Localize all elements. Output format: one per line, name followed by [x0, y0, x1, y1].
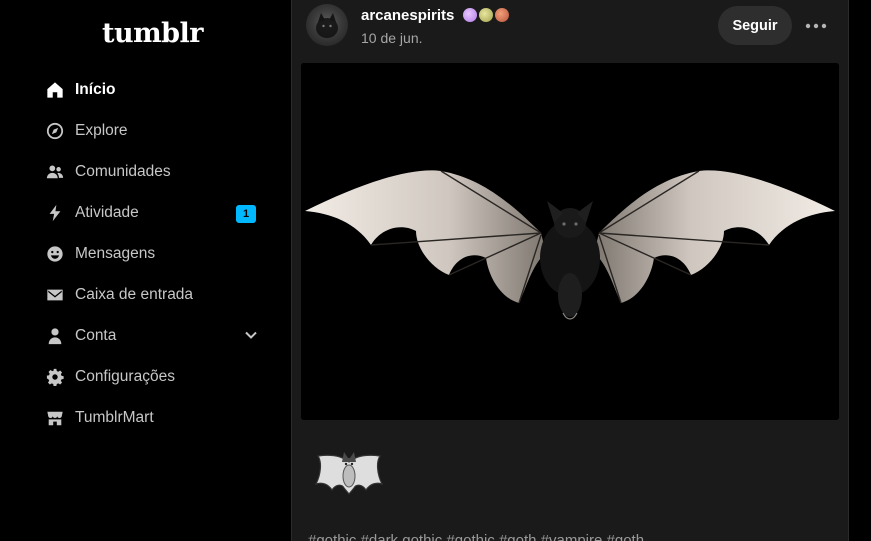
sidebar-item-label: Conta: [75, 326, 117, 344]
smiley-icon: [46, 245, 64, 263]
badge-icon: [463, 8, 477, 22]
sidebar-item-conta[interactable]: Conta: [36, 315, 272, 356]
sidebar-item-label: Explore: [75, 121, 128, 139]
sidebar-item-tumblrmart[interactable]: TumblrMart: [36, 397, 272, 438]
tumblr-logo[interactable]: tumblr: [102, 18, 204, 49]
bat-sticker-image[interactable]: [314, 444, 384, 502]
post-date: 10 de jun.: [361, 30, 423, 46]
envelope-icon: [46, 286, 64, 304]
activity-count-badge: 1: [236, 205, 256, 223]
post-username[interactable]: arcanespirits: [361, 7, 454, 24]
sidebar-item-configuracoes[interactable]: Configurações: [36, 356, 272, 397]
follow-button[interactable]: Seguir: [718, 6, 792, 45]
sidebar-item-explore[interactable]: Explore: [36, 110, 272, 151]
lightning-icon: [46, 204, 64, 222]
person-icon: [46, 327, 64, 345]
sidebar: tumblr Início Explore Comunidades Ativid…: [0, 0, 291, 541]
shop-icon: [46, 409, 64, 427]
sidebar-item-inicio[interactable]: Início: [36, 69, 272, 110]
sidebar-item-label: Atividade: [75, 203, 139, 221]
chevron-down-icon[interactable]: [244, 328, 258, 342]
sidebar-item-label: Comunidades: [75, 162, 171, 180]
sidebar-item-mensagens[interactable]: Mensagens: [36, 233, 272, 274]
sidebar-item-label: Início: [75, 80, 116, 98]
right-margin: [848, 0, 871, 541]
sidebar-item-label: TumblrMart: [75, 408, 154, 426]
sidebar-item-atividade[interactable]: Atividade 1: [36, 192, 272, 233]
sidebar-nav: Início Explore Comunidades Atividade 1 M…: [36, 69, 272, 438]
tumblr-app: tumblr Início Explore Comunidades Ativid…: [0, 0, 871, 541]
gear-icon: [46, 368, 64, 386]
sidebar-item-label: Configurações: [75, 367, 175, 385]
user-badges: [463, 8, 509, 22]
sidebar-item-label: Caixa de entrada: [75, 285, 194, 303]
sidebar-item-comunidades[interactable]: Comunidades: [36, 151, 272, 192]
sidebar-item-caixa-de-entrada[interactable]: Caixa de entrada: [36, 274, 272, 315]
home-icon: [46, 81, 64, 99]
community-icon: [46, 163, 64, 181]
avatar[interactable]: [306, 4, 348, 46]
more-options-icon[interactable]: [802, 14, 830, 38]
post-card: arcanespirits 10 de jun. Seguir #gothic …: [292, 0, 848, 541]
compass-icon: [46, 122, 64, 140]
badge-icon: [479, 8, 493, 22]
sidebar-item-label: Mensagens: [75, 244, 156, 262]
badge-icon: [495, 8, 509, 22]
post-tags[interactable]: #gothic #dark gothic #gothic #goth #vamp…: [308, 532, 644, 541]
post-image-bat[interactable]: [301, 63, 839, 420]
